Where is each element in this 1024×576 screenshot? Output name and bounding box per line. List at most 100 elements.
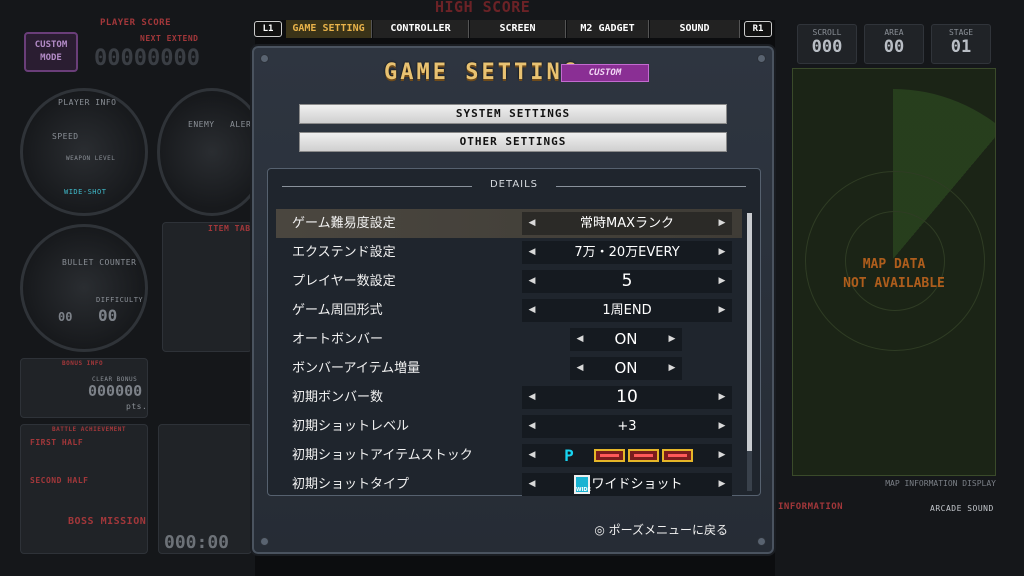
tab-m2-gadget[interactable]: M2 GADGET	[567, 20, 649, 38]
setting-selector[interactable]: ◀ 常時MAXランク ▶	[522, 212, 732, 235]
scroll-stat-label: SCROLL	[812, 28, 842, 37]
screw-icon	[757, 537, 766, 546]
arcade-sound-label: ARCADE SOUND	[930, 504, 994, 513]
setting-selector[interactable]: ◀ +3 ▶	[522, 415, 732, 438]
setting-row-bomber-item-increase[interactable]: ボンバーアイテム増量 ◀ ON ▶	[276, 354, 742, 383]
wide-shot-label: WIDE-SHOT	[64, 188, 107, 196]
bullet-counter-label: BULLET COUNTER	[62, 258, 137, 267]
information-label: INFORMATION	[778, 502, 844, 512]
arrow-right-icon[interactable]: ▶	[716, 444, 728, 467]
arrow-right-icon[interactable]: ▶	[666, 328, 678, 351]
details-title: DETAILS	[489, 179, 539, 190]
setting-label: 初期ショットレベル	[292, 419, 410, 434]
setting-value: 1周END	[602, 303, 652, 318]
area-stat-value: 00	[883, 37, 905, 57]
enemy-label: ENEMY	[188, 120, 215, 129]
details-scrollbar[interactable]	[747, 213, 752, 491]
l1-button-hint[interactable]: L1	[254, 21, 282, 37]
clear-bonus-value: 000000	[88, 382, 143, 400]
setting-label: ボンバーアイテム増量	[292, 361, 421, 376]
setting-toggle[interactable]: ◀ ON ▶	[570, 328, 682, 351]
pts-label: pts.	[126, 402, 148, 411]
details-panel: DETAILS ゲーム難易度設定 ◀ 常時MAXランク ▶ エクステンド設定 ◀…	[267, 168, 761, 496]
player-score-label: PLAYER SCORE	[100, 18, 172, 28]
setting-selector[interactable]: ◀ 10 ▶	[522, 386, 732, 409]
not-available-text: NOT AVAILABLE	[843, 276, 945, 291]
top-hud-background: HIGH SCORE	[255, 0, 775, 20]
setting-value: 7万・20万EVERY	[574, 245, 680, 260]
back-to-pause-menu-hint[interactable]: ◎ ポーズメニューに戻る	[594, 521, 728, 538]
setting-label: プレイヤー数設定	[292, 274, 396, 289]
dialog-header: GAME SETTING CUSTOM	[254, 60, 772, 90]
setting-value: 常時MAXランク	[579, 216, 674, 231]
custom-badge: CUSTOM	[561, 64, 649, 82]
item-table-panel	[162, 222, 252, 352]
arrow-right-icon[interactable]: ▶	[716, 473, 728, 496]
tab-screen[interactable]: SCREEN	[470, 20, 566, 38]
system-settings-button[interactable]: SYSTEM SETTINGS	[299, 104, 727, 124]
setting-row-loop-format[interactable]: ゲーム周回形式 ◀ 1周END ▶	[276, 296, 742, 325]
speed-label: SPEED	[52, 132, 79, 141]
setting-selector[interactable]: ◀ WIDE ワイドショット ▶	[522, 473, 732, 496]
stage-stat-value: 01	[950, 37, 972, 57]
arrow-right-icon[interactable]: ▶	[716, 270, 728, 293]
power-item-icon: P	[564, 446, 574, 465]
next-extend-label: NEXT EXTEND	[140, 34, 199, 43]
setting-label: 初期ボンバー数	[292, 390, 384, 405]
setting-row-difficulty[interactable]: ゲーム難易度設定 ◀ 常時MAXランク ▶	[276, 209, 742, 238]
second-half-label: SECOND HALF	[30, 476, 89, 485]
setting-label: ゲーム難易度設定	[292, 216, 396, 231]
setting-selector[interactable]: ◀ 7万・20万EVERY ▶	[522, 241, 732, 264]
setting-selector[interactable]: ◀ 5 ▶	[522, 270, 732, 293]
r1-button-hint[interactable]: R1	[744, 21, 772, 37]
setting-row-initial-shot-type[interactable]: 初期ショットタイプ ◀ WIDE ワイドショット ▶	[276, 470, 742, 499]
shot-stock-icon	[594, 449, 625, 462]
setting-selector[interactable]: ◀ 1周END ▶	[522, 299, 732, 322]
player-score-digits: 00000000	[94, 46, 200, 71]
scrollbar-thumb[interactable]	[747, 213, 752, 451]
area-stat: AREA 00	[864, 24, 924, 64]
map-info-display-label: MAP INFORMATION DISPLAY	[885, 479, 996, 488]
tab-sound[interactable]: SOUND	[650, 20, 740, 38]
shot-stock-icon	[662, 449, 693, 462]
high-score-label: HIGH SCORE	[435, 0, 531, 16]
divider	[556, 186, 746, 187]
setting-label: 初期ショットタイプ	[292, 477, 410, 492]
setting-row-initial-bombers[interactable]: 初期ボンバー数 ◀ 10 ▶	[276, 383, 742, 412]
setting-label: エクステンド設定	[292, 245, 396, 260]
settings-list: ゲーム難易度設定 ◀ 常時MAXランク ▶ エクステンド設定 ◀ 7万・20万E…	[276, 209, 742, 499]
setting-value: +3	[617, 419, 637, 434]
setting-row-auto-bomber[interactable]: オートボンバー ◀ ON ▶	[276, 325, 742, 354]
dialog-title: GAME SETTING	[384, 60, 579, 85]
setting-value: 5	[621, 271, 633, 291]
player-info-label: PLAYER INFO	[58, 98, 117, 107]
arrow-left-icon[interactable]: ◀	[526, 444, 538, 467]
arrow-right-icon[interactable]: ▶	[666, 357, 678, 380]
tab-game-setting[interactable]: GAME SETTING	[286, 20, 372, 38]
setting-toggle[interactable]: ◀ ON ▶	[570, 357, 682, 380]
setting-row-player-count[interactable]: プレイヤー数設定 ◀ 5 ▶	[276, 267, 742, 296]
setting-row-extend[interactable]: エクステンド設定 ◀ 7万・20万EVERY ▶	[276, 238, 742, 267]
alert-label: ALER	[230, 120, 252, 129]
setting-row-initial-shot-level[interactable]: 初期ショットレベル ◀ +3 ▶	[276, 412, 742, 441]
map-data-text: MAP DATA	[862, 257, 926, 272]
arrow-right-icon[interactable]: ▶	[716, 299, 728, 322]
setting-row-initial-shot-stock[interactable]: 初期ショットアイテムストック ◀ P ▶	[276, 441, 742, 470]
tab-controller[interactable]: CONTROLLER	[373, 20, 469, 38]
arrow-right-icon[interactable]: ▶	[716, 415, 728, 438]
speed-value: 00	[58, 310, 73, 324]
first-half-label: FIRST HALF	[30, 438, 84, 447]
shot-stock-icon	[628, 449, 659, 462]
setting-selector[interactable]: ◀ P ▶	[522, 444, 732, 467]
playtime-value: 000:00	[164, 532, 230, 553]
arrow-right-icon[interactable]: ▶	[716, 212, 728, 235]
stage-stat: STAGE 01	[931, 24, 991, 64]
arrow-right-icon[interactable]: ▶	[716, 241, 728, 264]
arrow-left-icon[interactable]: ◀	[526, 473, 538, 496]
setting-value: ワイドショット	[591, 477, 683, 492]
map-radar: MAP DATA NOT AVAILABLE	[792, 68, 996, 476]
setting-label: ゲーム周回形式	[292, 303, 383, 318]
setting-label: オートボンバー	[292, 332, 384, 347]
other-settings-button[interactable]: OTHER SETTINGS	[299, 132, 727, 152]
arrow-right-icon[interactable]: ▶	[716, 386, 728, 409]
